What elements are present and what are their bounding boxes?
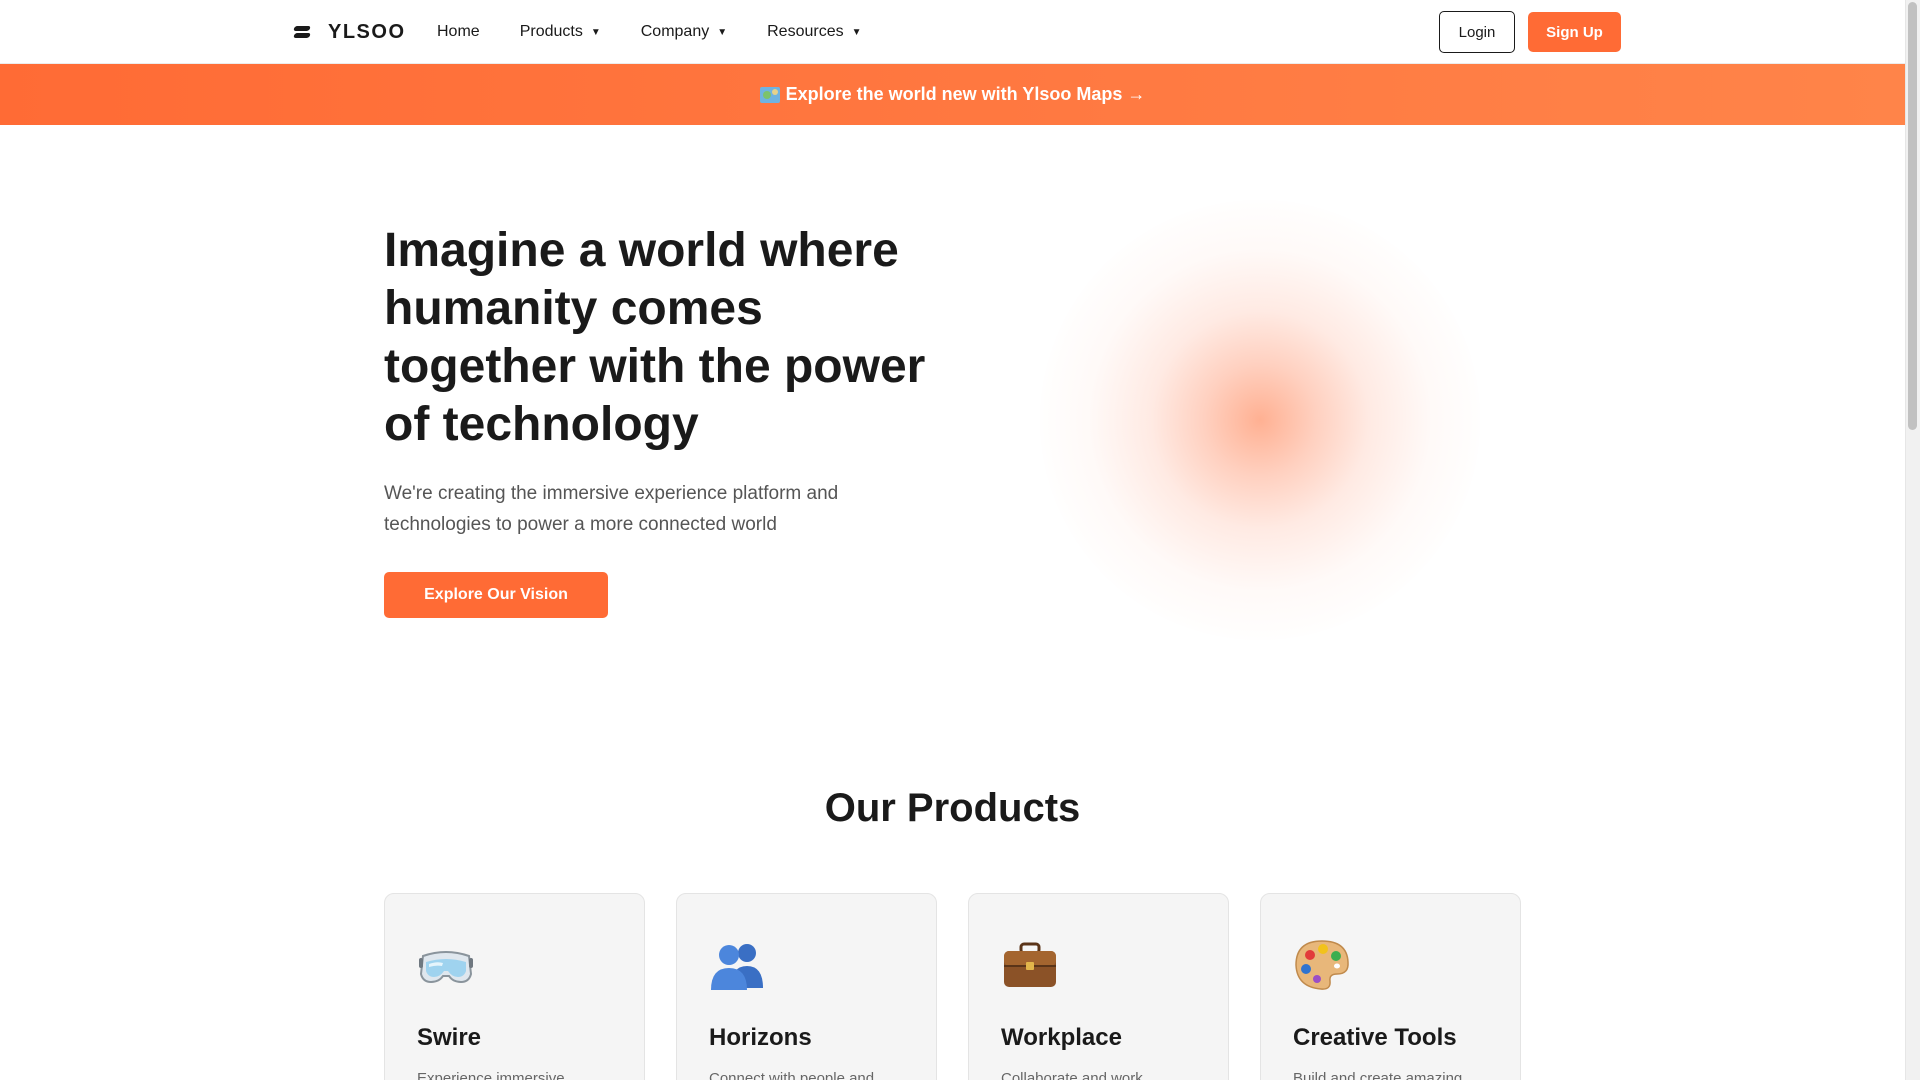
product-description: Connect with people and	[709, 1070, 875, 1080]
banner-text: Explore the world new with Ylsoo Maps →	[785, 84, 1146, 104]
top-navbar: YLSOO Home Products ▼ Company ▼ Resources ▼…	[0, 0, 1905, 64]
product-title: Swire	[417, 1024, 482, 1051]
login-button[interactable]: Login	[1439, 11, 1515, 53]
product-title: Horizons	[709, 1024, 812, 1051]
product-card-creative-tools[interactable]: Creative Tools Build and create amazing	[1260, 893, 1521, 1080]
scrollbar-thumb[interactable]	[1908, 2, 1917, 430]
nav-link-label: Home	[437, 23, 480, 40]
nav-link-company[interactable]: Company ▼	[641, 23, 727, 41]
goggles-icon	[419, 951, 473, 984]
product-title: Creative Tools	[1293, 1024, 1457, 1051]
product-title: Workplace	[1001, 1024, 1122, 1051]
brand-mark-icon	[293, 25, 311, 39]
signup-button[interactable]: Sign Up	[1528, 12, 1621, 52]
hero-subtitle: We're creating the immersive experience …	[384, 483, 839, 535]
main-nav: Home Products ▼ Company ▼ Resources ▼	[437, 0, 902, 64]
nav-link-resources[interactable]: Resources ▼	[767, 23, 861, 41]
nav-link-label: Company	[640, 23, 710, 40]
caret-down-icon: ▼	[851, 26, 862, 38]
world-map-icon	[759, 86, 780, 103]
products-heading: Our Products	[824, 786, 1081, 830]
maps-promo-link[interactable]: Explore the world new with Ylsoo Maps →	[759, 84, 1146, 105]
product-cards: Swire Experience immersive Horizons Conn…	[384, 893, 1552, 1080]
product-description: Build and create amazing	[1293, 1070, 1463, 1080]
product-card-horizons[interactable]: Horizons Connect with people and	[676, 893, 937, 1080]
caret-down-icon: ▼	[590, 26, 601, 38]
nav-link-label: Products	[519, 23, 583, 40]
promo-banner: Explore the world new with Ylsoo Maps →	[0, 64, 1905, 125]
people-icon	[711, 944, 763, 990]
product-card-workplace[interactable]: Workplace Collaborate and work	[968, 893, 1229, 1080]
palette-icon	[1295, 940, 1349, 990]
caret-down-icon: ▼	[717, 26, 728, 38]
briefcase-icon	[1004, 942, 1056, 987]
brand-name: YLSOO	[328, 20, 406, 43]
nav-link-label: Resources	[767, 23, 844, 40]
product-description: Collaborate and work	[1001, 1070, 1143, 1080]
page-scrollbar[interactable]	[1905, 0, 1920, 1080]
hero-glow-graphic	[1040, 200, 1480, 640]
product-description: Experience immersive	[417, 1070, 565, 1080]
brand-logo[interactable]: YLSOO	[293, 20, 406, 44]
hero-title: Imagine a world where humanity comes tog…	[384, 224, 926, 451]
page: YLSOO Home Products ▼ Company ▼ Resources ▼…	[0, 0, 1905, 1080]
nav-link-home[interactable]: Home	[437, 23, 480, 41]
product-card-swire[interactable]: Swire Experience immersive	[384, 893, 645, 1080]
explore-vision-button[interactable]: Explore Our Vision	[384, 572, 608, 618]
nav-link-products[interactable]: Products ▼	[520, 23, 601, 41]
